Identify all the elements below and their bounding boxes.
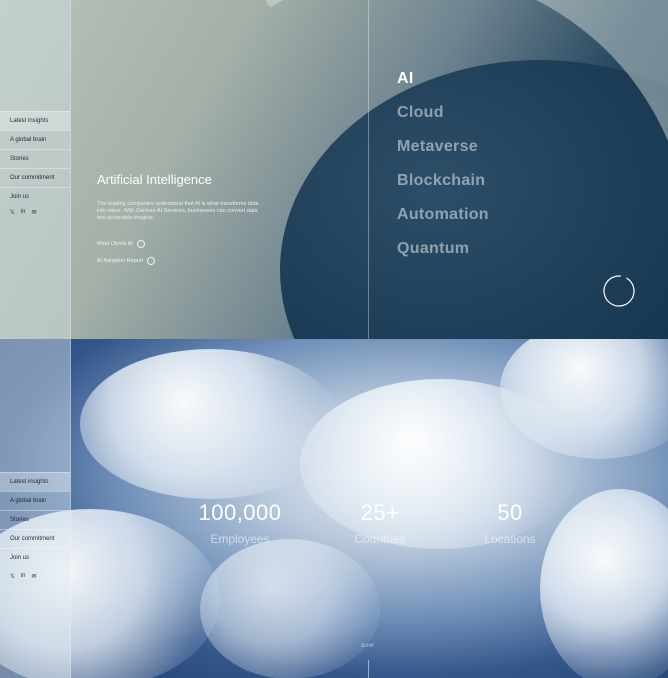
background-curve [0, 0, 668, 339]
stat-value: 50 [497, 500, 523, 525]
sidebar-item-latest-insights[interactable]: Latest insights [0, 472, 70, 491]
topic-automation[interactable]: Automation [397, 204, 489, 238]
twitter-icon[interactable]: 𝕏 [10, 573, 15, 580]
linkedin-icon[interactable]: in [21, 209, 26, 216]
sidebar-nav: Latest insights A global brain Stories O… [0, 111, 70, 206]
hero-content: Artificial Intelligence The leading comp… [97, 172, 277, 265]
topic-list: AI Cloud Metaverse Blockchain Automation… [397, 68, 489, 272]
stat-value: 25+ [360, 500, 400, 525]
sidebar-item-commitment[interactable]: Our commitment [0, 168, 70, 187]
sidebar-item-global-brain[interactable]: A global brain [0, 130, 70, 149]
sidebar-item-commitment[interactable]: Our commitment [0, 529, 70, 548]
stat-countries: 25+ Countries [310, 500, 450, 546]
email-icon[interactable]: ✉ [32, 573, 37, 580]
link-label: AI Adoption Report [97, 258, 144, 264]
sidebar: Latest insights A global brain Stories O… [0, 339, 71, 678]
sidebar-item-global-brain[interactable]: A global brain [0, 491, 70, 510]
social-links: 𝕏 in ✉ [10, 573, 37, 580]
arrow-circle-icon: → [136, 240, 145, 248]
stat-label: Locations [484, 532, 536, 546]
meet-ai-link[interactable]: Meet Otovis AI → [97, 240, 277, 248]
stat-employees: 100,000 Employees [170, 500, 310, 546]
arrow-circle-icon: → [147, 257, 156, 265]
twitter-icon[interactable]: 𝕏 [10, 209, 15, 216]
sidebar-nav: Latest insights A global brain Stories O… [0, 472, 70, 567]
email-icon[interactable]: ✉ [32, 209, 37, 216]
cloud-shape [200, 539, 380, 678]
page-title: Artificial Intelligence [97, 172, 212, 187]
topic-cloud[interactable]: Cloud [397, 102, 489, 136]
topic-ai[interactable]: AI [397, 68, 489, 102]
sidebar-item-stories[interactable]: Stories [0, 510, 70, 529]
sidebar-item-latest-insights[interactable]: Latest insights [0, 111, 70, 130]
hero-description: The leading companies understand that AI… [97, 201, 259, 221]
stat-locations: 50 Locations [440, 500, 580, 546]
stat-value: 100,000 [198, 500, 282, 525]
linkedin-icon[interactable]: in [21, 573, 26, 580]
progress-ring-icon [603, 275, 635, 307]
sidebar-item-stories[interactable]: Stories [0, 149, 70, 168]
topic-quantum[interactable]: Quantum [397, 238, 489, 272]
sidebar-item-join-us[interactable]: Join us [0, 187, 70, 206]
sidebar: Latest insights A global brain Stories O… [0, 0, 71, 339]
hero-section: Latest insights A global brain Stories O… [0, 0, 668, 339]
stat-label: Employees [210, 532, 270, 546]
topic-metaverse[interactable]: Metaverse [397, 136, 489, 170]
scroll-indicator[interactable]: Scroll [361, 643, 374, 649]
adoption-report-link[interactable]: AI Adoption Report → [97, 257, 277, 265]
scroll-line [368, 660, 369, 678]
social-links: 𝕏 in ✉ [10, 209, 37, 216]
link-label: Meet Otovis AI [97, 241, 133, 247]
topic-blockchain[interactable]: Blockchain [397, 170, 489, 204]
sidebar-item-join-us[interactable]: Join us [0, 548, 70, 567]
vertical-divider [368, 0, 369, 339]
stat-label: Countries [354, 532, 406, 546]
